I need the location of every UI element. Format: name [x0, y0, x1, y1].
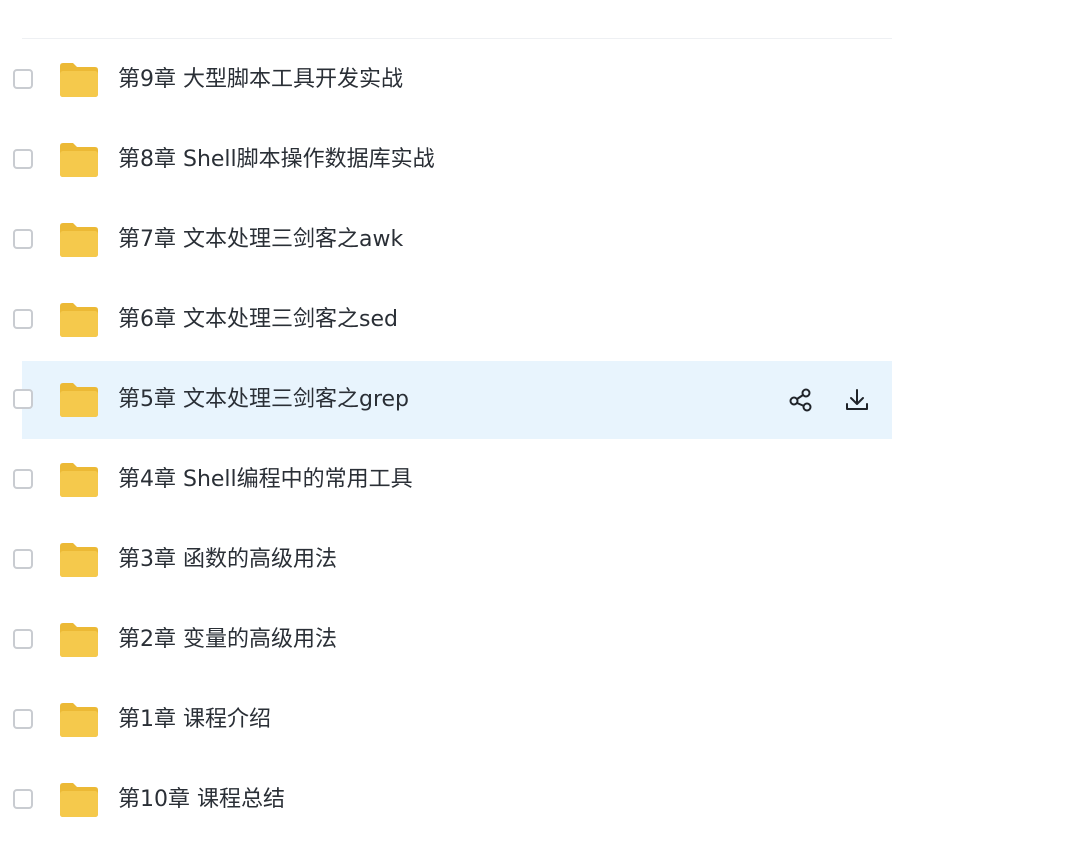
folder-icon [58, 462, 100, 498]
file-name[interactable]: 第4章 Shell编程中的常用工具 [118, 441, 413, 519]
list-item[interactable]: 第2章 变量的高级用法 [13, 601, 892, 679]
file-name[interactable]: 第5章 文本处理三剑客之grep [118, 361, 409, 439]
list-top-divider [22, 38, 892, 39]
share-icon[interactable] [786, 385, 816, 415]
list-item-hovered[interactable]: 第5章 文本处理三剑客之grep [13, 361, 892, 439]
file-name[interactable]: 第1章 课程介绍 [118, 681, 271, 759]
row-checkbox[interactable] [13, 69, 33, 89]
list-item[interactable]: 第6章 文本处理三剑客之sed [13, 281, 892, 359]
file-name[interactable]: 第2章 变量的高级用法 [118, 601, 337, 679]
list-item[interactable]: 第8章 Shell脚本操作数据库实战 [13, 121, 892, 199]
folder-icon [58, 542, 100, 578]
row-checkbox[interactable] [13, 389, 33, 409]
download-icon[interactable] [842, 385, 872, 415]
row-checkbox[interactable] [13, 629, 33, 649]
folder-icon [58, 382, 100, 418]
folder-icon [58, 702, 100, 738]
file-name[interactable]: 第8章 Shell脚本操作数据库实战 [118, 121, 435, 199]
row-checkbox[interactable] [13, 549, 33, 569]
list-item[interactable]: 第1章 课程介绍 [13, 681, 892, 759]
file-name[interactable]: 第10章 课程总结 [118, 761, 285, 839]
row-checkbox[interactable] [13, 229, 33, 249]
folder-icon [58, 622, 100, 658]
file-name[interactable]: 第6章 文本处理三剑客之sed [118, 281, 398, 359]
folder-icon [58, 62, 100, 98]
folder-icon [58, 222, 100, 258]
list-item[interactable]: 第9章 大型脚本工具开发实战 [13, 41, 892, 119]
row-checkbox[interactable] [13, 789, 33, 809]
row-checkbox[interactable] [13, 709, 33, 729]
row-checkbox[interactable] [13, 469, 33, 489]
file-name[interactable]: 第3章 函数的高级用法 [118, 521, 337, 599]
row-actions [786, 361, 872, 439]
list-item[interactable]: 第3章 函数的高级用法 [13, 521, 892, 599]
file-name[interactable]: 第9章 大型脚本工具开发实战 [118, 41, 403, 119]
folder-icon [58, 782, 100, 818]
list-item[interactable]: 第7章 文本处理三剑客之awk [13, 201, 892, 279]
row-checkbox[interactable] [13, 149, 33, 169]
row-checkbox[interactable] [13, 309, 33, 329]
folder-icon [58, 302, 100, 338]
list-item[interactable]: 第10章 课程总结 [13, 761, 892, 839]
file-name[interactable]: 第7章 文本处理三剑客之awk [118, 201, 403, 279]
folder-icon [58, 142, 100, 178]
list-item[interactable]: 第4章 Shell编程中的常用工具 [13, 441, 892, 519]
